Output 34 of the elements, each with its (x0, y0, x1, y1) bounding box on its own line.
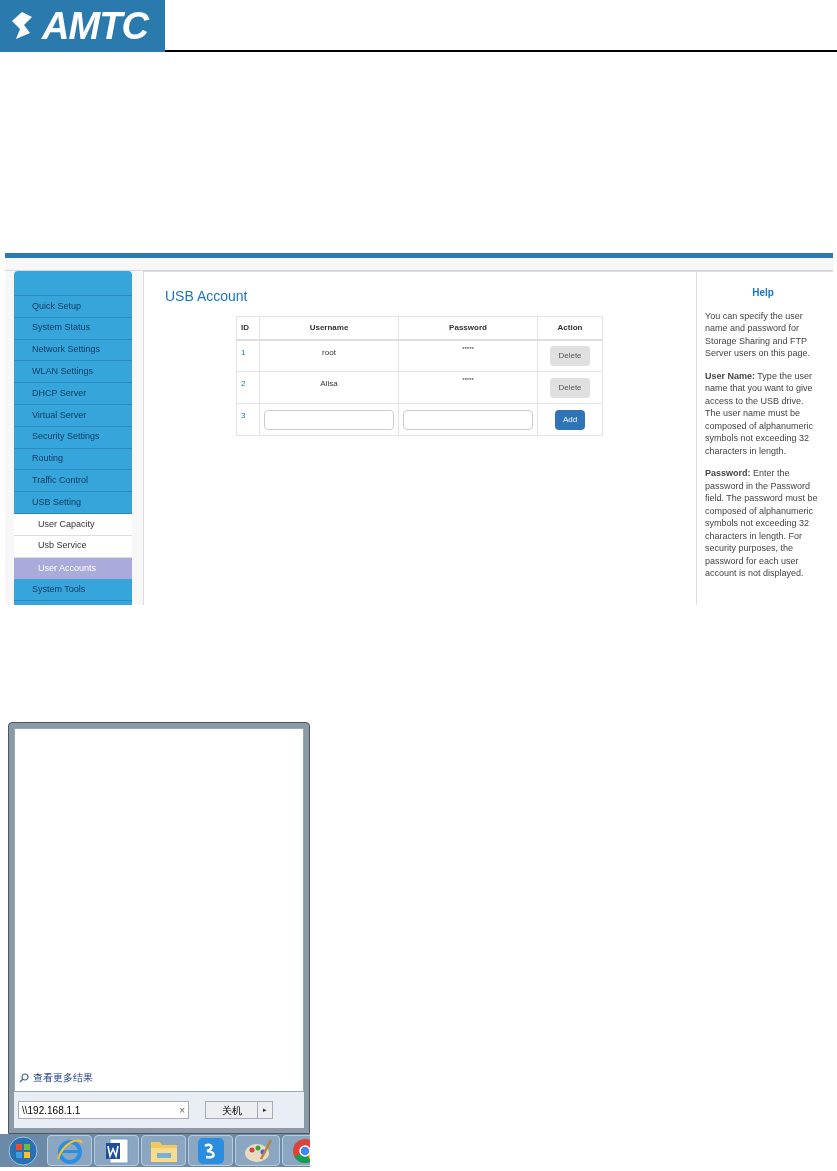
sidebar-item[interactable]: Usb Service (14, 535, 132, 558)
column-header: ID (236, 316, 260, 340)
help-title: Help (751, 287, 775, 300)
table-cell: 1 (236, 339, 260, 372)
help-text: User Name: Type the user name that you want to give access to the USB drive. The user name must be composed of alphanumeric symbols not exceeding 32 characters in length. (705, 369, 815, 457)
table-cell: root (259, 339, 399, 372)
password-field[interactable] (403, 409, 533, 430)
page-title: USB Account (165, 287, 249, 306)
help-text: You can specify the user name and password for Storage Sharing and FTP Server users on this page. (705, 309, 812, 360)
table-cell: 3 (236, 403, 260, 436)
clear-button[interactable]: × (179, 1102, 185, 1118)
table-cell: Alisa (259, 371, 399, 404)
sidebar-item[interactable]: User Accounts (14, 557, 132, 580)
search-field[interactable]: \\192.168.1.1 × (18, 1101, 189, 1119)
column-header: Username (259, 316, 399, 340)
logo-text: AMTC (42, 7, 148, 45)
username-field[interactable] (264, 409, 394, 430)
search-value: \\192.168.1.1 (22, 1103, 82, 1118)
search-icon (19, 1072, 29, 1083)
document-app-icon[interactable] (103, 1136, 130, 1165)
start-orb-icon[interactable] (7, 1135, 38, 1166)
keyboard-app-icon[interactable] (196, 1136, 225, 1165)
help-text: Password: Enter the password in the Password field. The password must be composed of alphanumeric symbols not exceeding 32 characters in length. For security purposes, the password for each user account is not displayed. (705, 467, 819, 580)
delete-button[interactable]: Delete (550, 345, 590, 366)
shutdown-button[interactable]: 关机 (205, 1101, 258, 1119)
add-button[interactable]: Add (554, 409, 586, 430)
chrome-icon[interactable] (291, 1137, 310, 1164)
delete-button[interactable]: Delete (550, 377, 590, 398)
column-header: Action (537, 316, 603, 340)
more-results-link[interactable]: 查看更多结果 (33, 1070, 93, 1085)
sidebar-item[interactable]: User Capacity (14, 513, 132, 536)
table-cell: 2 (236, 371, 260, 404)
column-header: Password (398, 316, 538, 340)
browser-icon[interactable] (55, 1136, 84, 1165)
